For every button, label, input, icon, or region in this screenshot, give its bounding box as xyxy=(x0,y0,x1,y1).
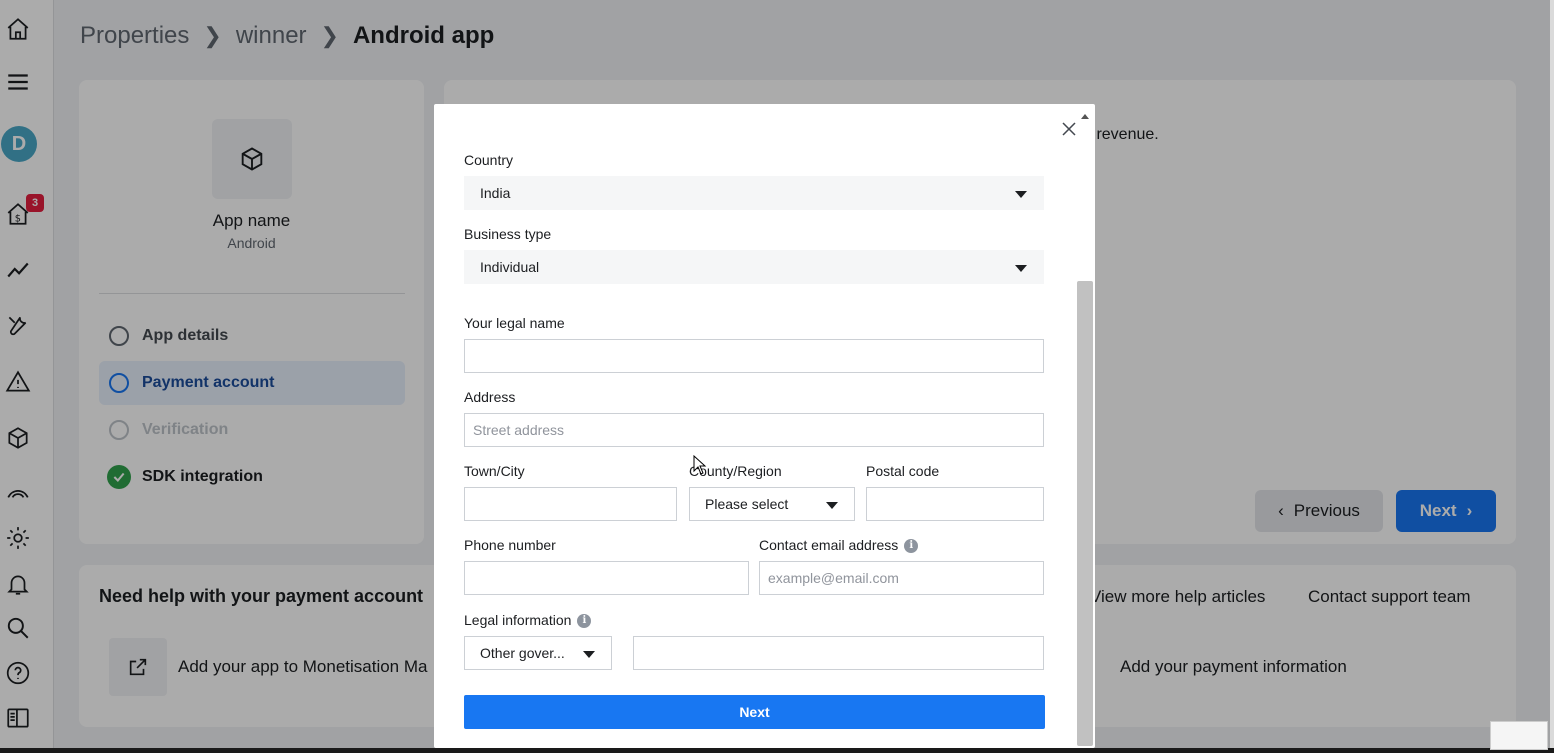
business-type-value: Individual xyxy=(480,259,540,275)
legal-name-label: Your legal name xyxy=(464,315,565,331)
town-label: Town/City xyxy=(464,463,525,479)
caret-down-icon xyxy=(1015,265,1027,272)
business-type-label: Business type xyxy=(464,226,552,242)
legal-info-label: Legal information i xyxy=(464,612,592,629)
street-address-input[interactable] xyxy=(464,413,1044,447)
town-input[interactable] xyxy=(464,487,677,521)
broken-image-icon xyxy=(1490,721,1548,750)
country-value: India xyxy=(480,185,511,201)
scroll-thumb[interactable] xyxy=(1077,281,1093,746)
info-icon[interactable]: i xyxy=(577,614,592,629)
postal-code-input[interactable] xyxy=(866,487,1044,521)
county-value: Please select xyxy=(705,496,789,512)
legal-name-input[interactable] xyxy=(464,339,1044,373)
address-label: Address xyxy=(464,389,516,405)
email-label: Contact email address i xyxy=(759,537,919,554)
email-label-text: Contact email address xyxy=(759,537,899,553)
window-edge xyxy=(1550,0,1554,748)
legal-info-label-text: Legal information xyxy=(464,612,572,628)
email-input[interactable] xyxy=(759,561,1044,595)
scroll-up-arrow-icon[interactable] xyxy=(1081,114,1089,119)
business-type-select[interactable]: Individual xyxy=(464,250,1044,284)
modal-scrollbar[interactable] xyxy=(1076,114,1094,748)
county-select[interactable]: Please select xyxy=(689,487,855,521)
legal-info-type-value: Other gover... xyxy=(480,645,565,661)
caret-down-icon xyxy=(583,651,595,658)
phone-input[interactable] xyxy=(464,561,749,595)
caret-down-icon xyxy=(826,502,838,509)
country-label: Country xyxy=(464,152,514,168)
payment-account-modal: Country India Business type Individual Y… xyxy=(434,104,1095,748)
legal-info-type-select[interactable]: Other gover... xyxy=(464,636,612,670)
modal-next-button[interactable]: Next xyxy=(464,695,1045,729)
taskbar-edge xyxy=(0,748,1554,753)
info-icon[interactable]: i xyxy=(904,539,919,554)
postal-code-label: Postal code xyxy=(866,463,940,479)
legal-info-number-input[interactable] xyxy=(633,636,1044,670)
caret-down-icon xyxy=(1015,191,1027,198)
country-select[interactable]: India xyxy=(464,176,1044,210)
phone-label: Phone number xyxy=(464,537,556,553)
